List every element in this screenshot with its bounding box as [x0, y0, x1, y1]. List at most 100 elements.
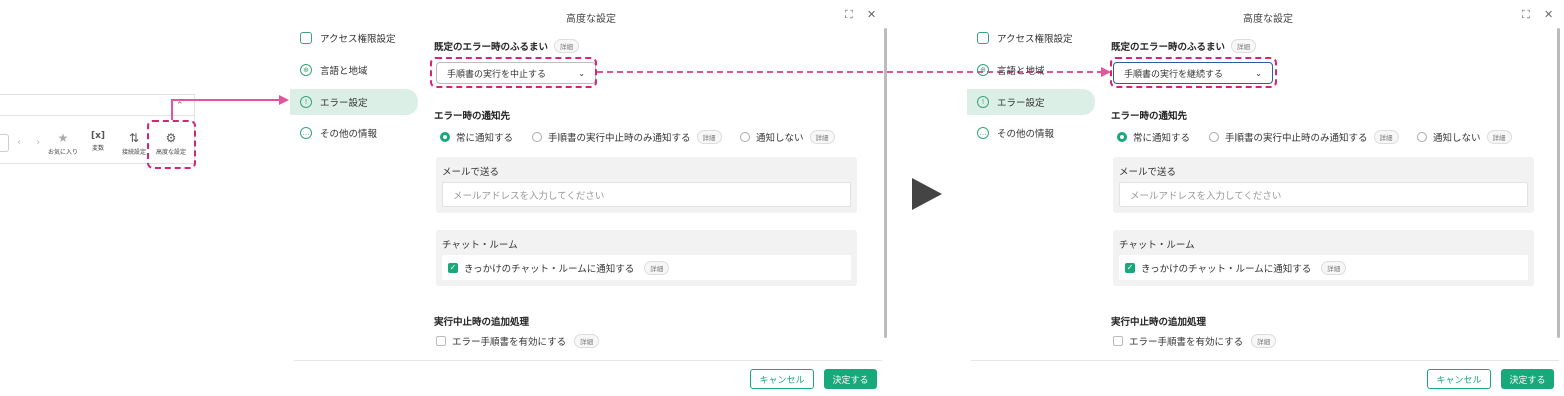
connection-icon: ⇅: [128, 131, 140, 145]
chat-title: チャット・ルーム: [442, 240, 518, 251]
checkbox-checked-icon[interactable]: ✓: [1125, 262, 1135, 273]
nav-item-label: その他の情報: [997, 129, 1055, 140]
chevron-right-icon[interactable]: ›: [36, 137, 40, 148]
nav-item-language[interactable]: ⊕ 言語と地域: [967, 57, 1095, 83]
email-input[interactable]: メールアドレスを入力してください: [442, 182, 851, 207]
nav-item-other[interactable]: … その他の情報: [290, 120, 418, 146]
close-icon[interactable]: ✕: [1544, 8, 1553, 21]
extra-checkbox-label: エラー手順書を有効にする: [1129, 337, 1244, 348]
radio-on-icon: [1117, 132, 1127, 142]
alert-icon: !: [300, 96, 312, 108]
detail-badge[interactable]: 詳細: [554, 39, 579, 53]
chat-checkbox-label: きっかけのチャット・ルームに通知する: [1141, 263, 1312, 275]
detail-badge[interactable]: 詳細: [1486, 130, 1512, 144]
checkbox-unchecked-icon[interactable]: [436, 336, 446, 346]
info-icon: …: [977, 127, 989, 139]
star-icon: ★: [57, 131, 69, 145]
dialog-advanced-settings: 高度な設定 ⛶ ✕ アクセス権限設定 ⊕ 言語と地域 ! エラー設定 … その他…: [967, 0, 1564, 396]
play-arrow-icon: [912, 178, 942, 210]
detail-badge[interactable]: 詳細: [1321, 260, 1347, 275]
chat-title: チャット・ルーム: [1119, 240, 1195, 251]
connector-arrow-icon: [279, 95, 289, 105]
radio-label: 手順書の実行中止時のみ通知する: [548, 133, 691, 144]
detail-badge[interactable]: 詳細: [809, 130, 835, 144]
radio-on-icon: [440, 132, 450, 142]
lock-icon: [300, 32, 312, 44]
radio-off-icon: [532, 132, 542, 142]
toolbar-variable-label: 変数: [91, 145, 104, 152]
scrollbar[interactable]: [884, 28, 887, 338]
extra-checkbox-row[interactable]: エラー手順書を有効にする 詳細: [1113, 334, 1277, 348]
toolbar-connection-label: 接続設定: [121, 149, 146, 156]
detail-badge[interactable]: 詳細: [1231, 39, 1256, 53]
chat-checkbox-label: きっかけのチャット・ルームに通知する: [464, 263, 635, 275]
radio-label: 手順書の実行中止時のみ通知する: [1225, 133, 1368, 144]
nav-item-other[interactable]: … その他の情報: [967, 120, 1095, 146]
toolbar-top-strip: [0, 94, 195, 116]
detail-badge[interactable]: 詳細: [1373, 130, 1399, 144]
radio-off-icon: [1209, 132, 1219, 142]
toolbar-input-edge[interactable]: [0, 134, 9, 152]
error-behavior-heading: 既定のエラー時のふるまい: [1111, 42, 1226, 53]
nav-item-label: 言語と地域: [997, 66, 1045, 77]
toolbar-connection[interactable]: ⇅ 接続設定: [118, 131, 150, 156]
scrollbar[interactable]: [1557, 28, 1560, 338]
nav-item-label: エラー設定: [997, 98, 1045, 109]
cancel-button[interactable]: キャンセル: [1427, 369, 1491, 389]
nav-item-error[interactable]: ! エラー設定: [290, 89, 418, 115]
checkbox-unchecked-icon[interactable]: [1113, 336, 1123, 346]
radio-always[interactable]: 常に通知する: [1117, 130, 1190, 144]
nav-item-access[interactable]: アクセス権限設定: [967, 25, 1095, 51]
radio-never[interactable]: 通知しない 詳細: [740, 130, 835, 144]
extra-checkbox-row[interactable]: エラー手順書を有効にする 詳細: [436, 334, 600, 348]
variable-icon: [x]: [90, 131, 106, 141]
radio-label: 常に通知する: [456, 133, 514, 144]
extra-checkbox-label: エラー手順書を有効にする: [452, 337, 567, 348]
chat-checkbox-row[interactable]: ✓ きっかけのチャット・ルームに通知する 詳細: [1119, 255, 1528, 280]
detail-badge[interactable]: 詳細: [696, 130, 722, 144]
info-icon: …: [300, 127, 312, 139]
email-input[interactable]: メールアドレスを入力してください: [1119, 182, 1528, 207]
connector-line: [171, 99, 173, 120]
radio-always[interactable]: 常に通知する: [440, 130, 513, 144]
radio-never[interactable]: 通知しない 詳細: [1417, 130, 1512, 144]
ok-button[interactable]: 決定する: [824, 369, 877, 389]
checkbox-checked-icon[interactable]: ✓: [448, 262, 458, 273]
detail-badge[interactable]: 詳細: [1251, 334, 1277, 348]
notify-heading: エラー時の通知先: [1111, 111, 1188, 122]
nav-item-label: アクセス権限設定: [997, 34, 1073, 45]
collapse-up-icon[interactable]: ⌃: [176, 101, 184, 111]
nav-item-error[interactable]: ! エラー設定: [967, 89, 1095, 115]
radio-off-icon: [1417, 132, 1427, 142]
highlight-select: [1110, 57, 1277, 88]
extra-heading: 実行中止時の追加処理: [434, 317, 530, 328]
detail-badge[interactable]: 詳細: [574, 334, 600, 348]
fullscreen-icon[interactable]: ⛶: [1522, 8, 1530, 22]
fullscreen-icon[interactable]: ⛶: [845, 8, 853, 22]
close-icon[interactable]: ✕: [867, 8, 876, 21]
toolbar-favorite[interactable]: ★ お気に入り: [46, 131, 80, 156]
dialog-title: 高度な設定: [566, 14, 616, 25]
email-title: メールで送る: [1119, 167, 1177, 178]
cancel-button[interactable]: キャンセル: [750, 369, 814, 389]
footer-divider: [971, 360, 1559, 361]
nav-item-access[interactable]: アクセス権限設定: [290, 25, 418, 51]
ok-button[interactable]: 決定する: [1501, 369, 1554, 389]
toolbar-variable[interactable]: [x] 変数: [84, 131, 112, 152]
chevron-left-icon[interactable]: ‹: [17, 137, 21, 148]
radio-label: 通知しない: [1433, 133, 1481, 144]
chat-checkbox-row[interactable]: ✓ きっかけのチャット・ルームに通知する 詳細: [442, 255, 851, 280]
dialog-advanced-settings: 高度な設定 ⛶ ✕ アクセス権限設定 ⊕ 言語と地域 ! エラー設定 … その他…: [290, 0, 890, 396]
radio-off-icon: [740, 132, 750, 142]
nav-item-language[interactable]: ⊕ 言語と地域: [290, 57, 418, 83]
radio-on-stop[interactable]: 手順書の実行中止時のみ通知する 詳細: [532, 130, 722, 144]
radio-label: 常に通知する: [1133, 133, 1191, 144]
nav-item-label: アクセス権限設定: [320, 34, 396, 45]
nav-item-label: エラー設定: [320, 98, 368, 109]
nav-item-label: 言語と地域: [320, 66, 368, 77]
dialog-title: 高度な設定: [1243, 14, 1293, 25]
detail-badge[interactable]: 詳細: [644, 260, 670, 275]
email-title: メールで送る: [442, 167, 500, 178]
radio-label: 通知しない: [756, 133, 804, 144]
radio-on-stop[interactable]: 手順書の実行中止時のみ通知する 詳細: [1209, 130, 1399, 144]
